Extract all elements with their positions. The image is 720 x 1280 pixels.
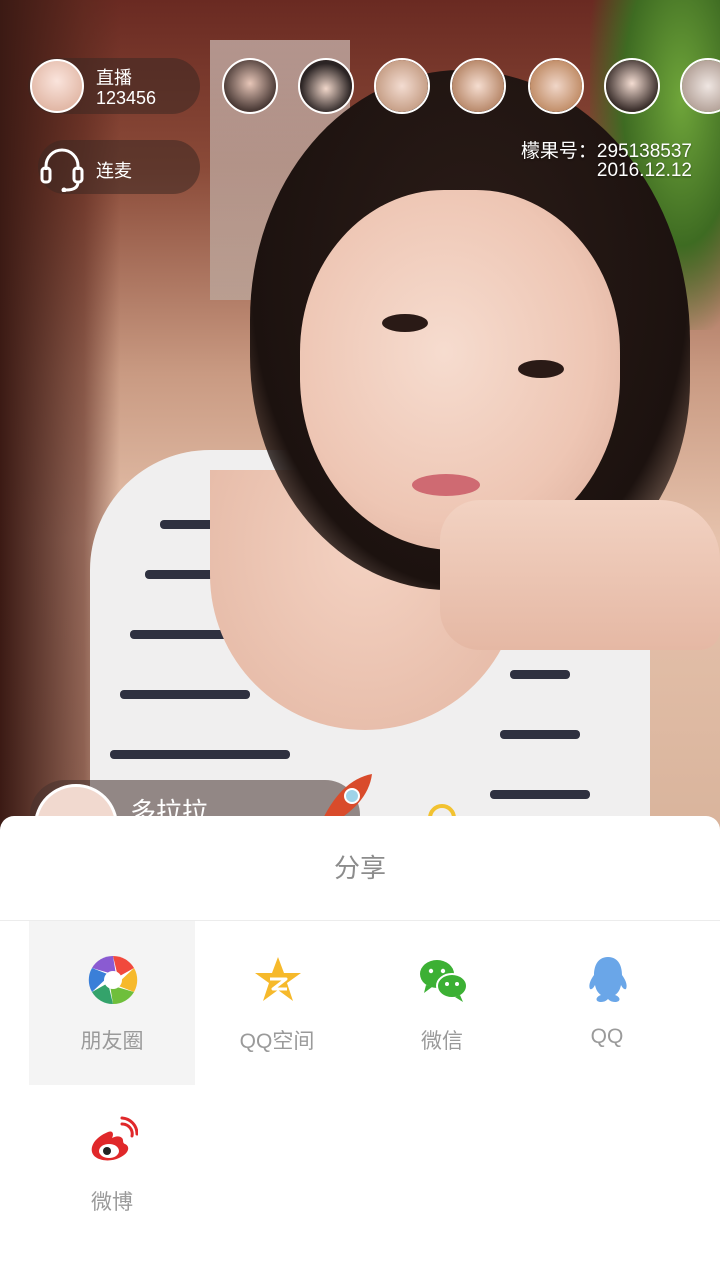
weibo-icon (91, 1116, 138, 1161)
mic-link-label: 连麦 (96, 161, 132, 181)
streamer-hand (440, 500, 720, 650)
qq-icon (589, 957, 627, 1002)
qzone-icon (255, 957, 301, 1001)
share-sheet-title: 分享 (0, 816, 720, 921)
moments-icon (88, 955, 138, 1005)
viewer-avatar[interactable] (374, 58, 430, 114)
viewer-avatar[interactable] (298, 58, 354, 114)
share-moments-label: 朋友圈 (80, 1030, 144, 1053)
streamer-face (300, 190, 620, 550)
streamer-eye (518, 360, 564, 378)
share-qzone-button[interactable]: QQ空间 (194, 921, 360, 1085)
stream-date: 2016.12.12 (596, 160, 692, 181)
host-title: 直播 (96, 68, 132, 88)
streamer-eye (382, 314, 428, 332)
share-qq-label: QQ (590, 1025, 624, 1048)
account-number: 檬果号：295138537 (520, 141, 692, 162)
host-avatar[interactable] (30, 59, 84, 113)
viewer-avatar[interactable] (450, 58, 506, 114)
viewer-avatar[interactable] (222, 58, 278, 114)
wechat-icon (420, 960, 468, 1002)
streamer-mouth (412, 474, 480, 496)
viewer-avatar[interactable] (604, 58, 660, 114)
share-sheet: 分享 朋友圈 QQ空间 微信 QQ 微博 (0, 816, 720, 1280)
host-info[interactable]: 直播 123456 (28, 58, 200, 114)
share-moments-button[interactable]: 朋友圈 (29, 921, 195, 1085)
viewer-avatar[interactable] (528, 58, 584, 114)
host-room-id: 123456 (96, 88, 157, 108)
mic-link-button[interactable]: 连麦 (38, 140, 200, 194)
share-weibo-button[interactable]: 微博 (29, 1082, 195, 1246)
share-weibo-label: 微博 (91, 1191, 133, 1214)
share-wechat-label: 微信 (421, 1030, 463, 1053)
share-qq-button[interactable]: QQ (524, 921, 690, 1085)
live-stream-video (0, 0, 720, 830)
share-qzone-label: QQ空间 (239, 1030, 315, 1053)
headset-icon (40, 148, 84, 192)
share-wechat-button[interactable]: 微信 (359, 921, 525, 1085)
